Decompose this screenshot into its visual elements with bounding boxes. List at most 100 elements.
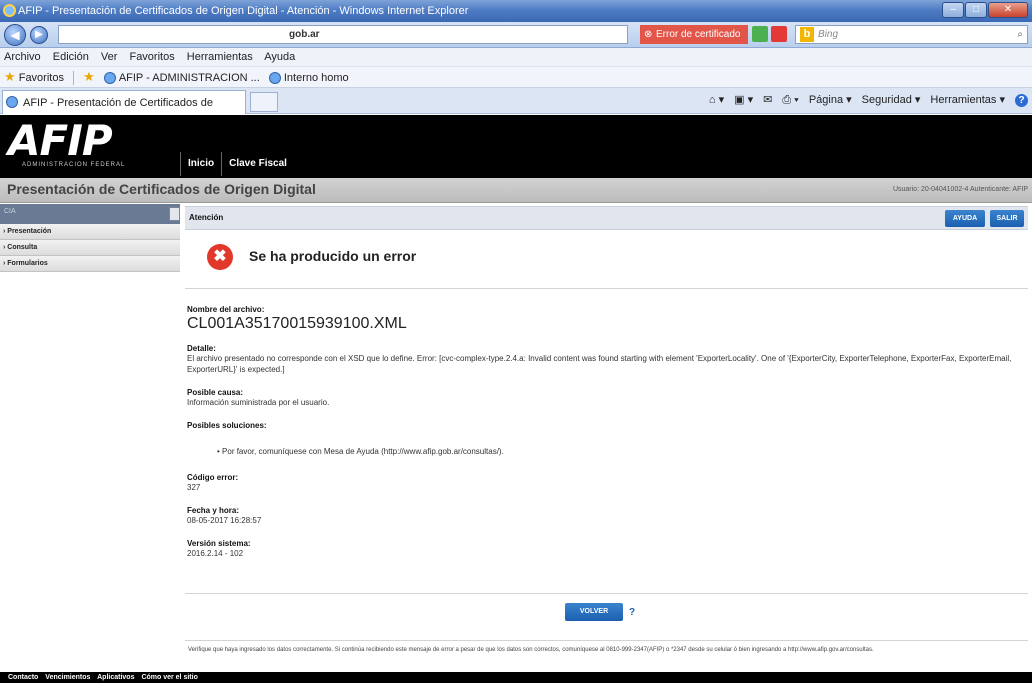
forward-nav-button[interactable]: ▶	[30, 26, 48, 44]
menu-item-edicion[interactable]: Edición	[53, 51, 89, 63]
attention-title: Atención	[189, 213, 224, 222]
window-controls: – □ ✕	[942, 2, 1028, 18]
security-menu[interactable]: Seguridad ▾	[862, 88, 921, 112]
error-title: Se ha producido un error	[249, 248, 417, 264]
tools-menu[interactable]: Herramientas ▾	[930, 88, 1005, 112]
error-details: Nombre del archivo: CL001A35170015939100…	[185, 305, 1028, 559]
close-window-button[interactable]: ✕	[988, 2, 1028, 18]
back-button[interactable]: VOLVER	[565, 603, 623, 621]
solutions-label: Posibles soluciones:	[187, 421, 267, 430]
divider	[185, 640, 1028, 641]
detail-text: El archivo presentado no corresponde con…	[187, 354, 1012, 374]
menu-item-archivo[interactable]: Archivo	[4, 51, 41, 63]
window-titlebar: AFIP - Presentación de Certificados de O…	[0, 0, 1032, 22]
sidebar-header-label: CIA	[4, 208, 16, 215]
favorites-button[interactable]: Favoritos	[19, 72, 64, 84]
menu-item-herramientas[interactable]: Herramientas	[187, 51, 253, 63]
sidebar-item-consulta[interactable]: Consulta	[0, 240, 180, 256]
version-value: 2016.2.14 - 102	[187, 549, 244, 558]
favorite-link-interno[interactable]: Interno homo	[284, 72, 349, 84]
stop-icon[interactable]	[771, 26, 787, 42]
feeds-icon[interactable]: ▣ ▾	[734, 88, 753, 112]
add-favorite-icon[interactable]: ★	[83, 69, 95, 84]
file-label: Nombre del archivo:	[187, 305, 265, 314]
address-actions	[752, 26, 787, 42]
mail-icon[interactable]: ✉	[763, 88, 772, 112]
browser-tab-active[interactable]: AFIP - Presentación de Certificados de O…	[2, 90, 246, 133]
menu-bar: Archivo Edición Ver Favoritos Herramient…	[0, 48, 1032, 66]
solution-item: • Por favor, comuníquese con Mesa de Ayu…	[217, 447, 504, 456]
print-icon[interactable]: ⎙ ▾	[782, 88, 798, 112]
afip-logo[interactable]: AFIP ADMINISTRACION FEDERAL	[8, 116, 168, 173]
home-icon[interactable]: ⌂ ▾	[709, 88, 724, 112]
sidebar-header: CIA	[0, 204, 180, 224]
favorite-link-afip[interactable]: AFIP - ADMINISTRACION ...	[119, 72, 260, 84]
favorites-star-icon: ★	[4, 69, 16, 84]
bing-icon: b	[800, 27, 814, 42]
link-aplicativos[interactable]: Aplicativos	[97, 674, 134, 681]
link-contacto[interactable]: Contacto	[8, 674, 38, 681]
link-vencimientos[interactable]: Vencimientos	[45, 674, 90, 681]
address-bar: ◀ ▶ gob.ar ⊗ Error de certificado b Bing…	[0, 22, 1032, 48]
search-icon[interactable]: ⌕	[1017, 26, 1023, 43]
search-input[interactable]: b Bing ⌕	[795, 25, 1028, 44]
back-nav-button[interactable]: ◀	[4, 24, 26, 46]
sidebar-item-formularios[interactable]: Formularios	[0, 256, 180, 272]
cert-error-label: Error de certificado	[656, 29, 741, 40]
maximize-button[interactable]: □	[965, 2, 987, 18]
file-name: CL001A35170015939100.XML	[187, 315, 407, 332]
url-input[interactable]: gob.ar	[58, 25, 628, 44]
help-icon[interactable]: ?	[1015, 94, 1028, 107]
nav-inicio[interactable]: Inicio	[180, 152, 221, 176]
code-value: 327	[187, 483, 201, 492]
divider	[185, 593, 1028, 594]
afip-logo-subtitle: ADMINISTRACION FEDERAL	[22, 162, 126, 168]
new-tab-button[interactable]	[250, 92, 278, 112]
tab-bar: AFIP - Presentación de Certificados de O…	[0, 88, 1032, 133]
datetime-label: Fecha y hora:	[187, 506, 240, 515]
link-como-ver[interactable]: Cómo ver el sitio	[141, 674, 197, 681]
search-placeholder: Bing	[818, 29, 839, 40]
error-header: ✖ Se ha producido un error	[185, 230, 1028, 288]
window-title: AFIP - Presentación de Certificados de O…	[18, 5, 469, 17]
page-menu[interactable]: Página ▾	[809, 88, 852, 112]
afip-logo-text: AFIP	[8, 116, 113, 165]
attention-bar: Atención AYUDA SALIR	[185, 206, 1028, 230]
help-question-icon[interactable]: ?	[629, 607, 635, 618]
help-button[interactable]: AYUDA	[945, 210, 985, 227]
actions-row: VOLVER ?	[185, 598, 1028, 628]
certificate-error-badge[interactable]: ⊗ Error de certificado	[640, 25, 748, 44]
divider	[185, 288, 1028, 289]
minimize-button[interactable]: –	[942, 2, 964, 18]
refresh-icon[interactable]	[752, 26, 768, 42]
code-label: Código error:	[187, 473, 239, 482]
sidebar-item-presentacion[interactable]: Presentación	[0, 224, 180, 240]
page-title: Presentación de Certificados de Origen D…	[7, 181, 316, 197]
exit-button[interactable]: SALIR	[990, 210, 1024, 227]
favorites-divider	[73, 71, 75, 86]
url-domain: gob.ar	[289, 29, 320, 40]
datetime-value: 08-05-2017 16:28:57	[187, 516, 262, 525]
command-bar: ⌂ ▾ ▣ ▾ ✉ ⎙ ▾ Página ▾ Seguridad ▾ Herra…	[709, 88, 1028, 112]
top-nav: Inicio Clave Fiscal	[180, 152, 294, 176]
footer-note: Verifique que haya ingresado los datos c…	[188, 647, 874, 653]
page-icon	[103, 72, 116, 85]
sidebar-collapse-button[interactable]	[169, 207, 180, 221]
menu-item-ayuda[interactable]: Ayuda	[264, 51, 295, 63]
menu-item-favoritos[interactable]: Favoritos	[129, 51, 174, 63]
menu-item-ver[interactable]: Ver	[101, 51, 118, 63]
afip-banner: AFIP ADMINISTRACION FEDERAL	[0, 115, 1032, 178]
error-x-icon: ✖	[207, 244, 233, 270]
favorites-bar: ★ Favoritos ★ AFIP - ADMINISTRACION ... …	[0, 66, 1032, 88]
ie-logo-icon	[3, 4, 16, 17]
tab-page-icon	[6, 96, 18, 108]
nav-clave-fiscal[interactable]: Clave Fiscal	[221, 152, 294, 176]
page-icon	[268, 72, 281, 85]
cause-label: Posible causa:	[187, 388, 244, 397]
solution-text: Por favor, comuníquese con Mesa de Ayuda…	[222, 447, 504, 456]
version-label: Versión sistema:	[187, 539, 251, 548]
main-content: Atención AYUDA SALIR ✖ Se ha producido u…	[185, 206, 1028, 559]
detail-label: Detalle:	[187, 344, 216, 353]
user-info: Usuario: 20-04041002-4 Autenticante: AFI…	[892, 186, 1028, 193]
cert-error-icon: ⊗	[644, 29, 653, 40]
